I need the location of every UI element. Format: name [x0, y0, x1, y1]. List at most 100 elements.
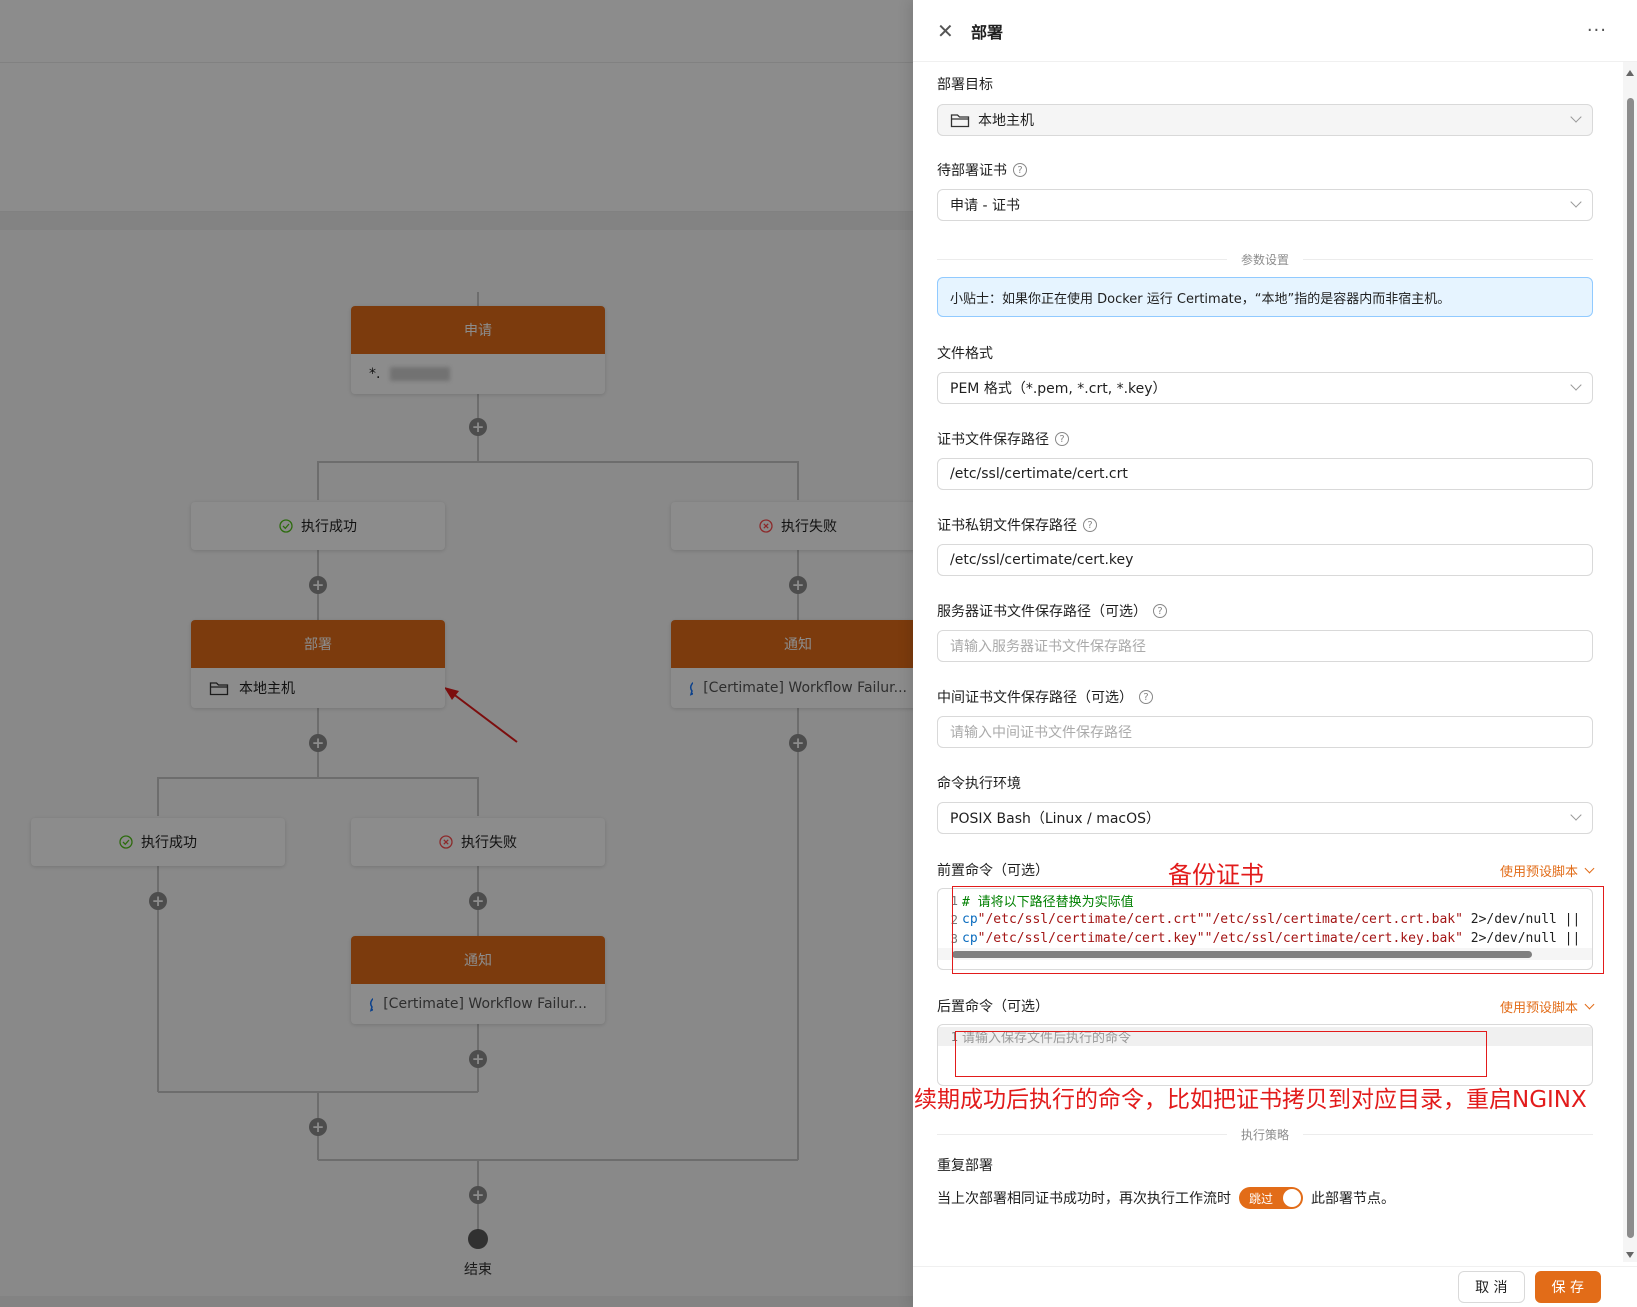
check-circle-icon	[279, 519, 293, 533]
help-icon[interactable]: ?	[1013, 163, 1027, 177]
close-circle-icon	[759, 519, 773, 533]
end-node-dot	[468, 1229, 488, 1249]
folder-icon	[950, 114, 970, 128]
branch-label: 执行成功	[301, 519, 357, 535]
add-node-button[interactable]: +	[309, 734, 327, 752]
policy-divider: 执行策略	[937, 1124, 1593, 1144]
add-node-button[interactable]: +	[789, 734, 807, 752]
deploy-drawer: ✕ 部署 ··· 部署目标 本地主机 待部署证书? 申请 - 证书 参数设置 小…	[913, 0, 1637, 1307]
inter-cert-path-placeholder: 请输入中间证书文件保存路径	[950, 725, 1132, 741]
cert-path-value: /etc/ssl/certimate/cert.crt	[950, 466, 1128, 482]
cert-path-input[interactable]: /etc/ssl/certimate/cert.crt	[937, 458, 1593, 490]
drawer-title: 部署	[971, 22, 1004, 42]
key-path-label-text: 证书私钥文件保存路径	[937, 518, 1077, 534]
chevron-down-icon	[1584, 999, 1595, 1010]
preset-label: 使用预设脚本	[1499, 1001, 1578, 1016]
workflow-canvas: 申请 *. + 执行成功 + 执行失败 + 部署 本地主机 + 通知 [Cert…	[0, 0, 913, 1307]
cert-select[interactable]: 申请 - 证书	[937, 189, 1593, 221]
deploy-node[interactable]: 部署 本地主机	[191, 620, 445, 708]
add-node-button[interactable]: +	[469, 1050, 487, 1068]
chevron-down-icon	[1570, 196, 1582, 208]
target-select[interactable]: 本地主机	[937, 104, 1593, 136]
more-icon[interactable]: ···	[1587, 20, 1607, 41]
post-cmd-preset-dropdown[interactable]: 使用预设脚本	[1499, 997, 1595, 1016]
repeat-text-after: 此部署节点。	[1311, 1191, 1395, 1207]
pre-cmd-label: 前置命令（可选）	[937, 860, 1049, 880]
scrollbar-thumb[interactable]	[1627, 98, 1634, 1238]
save-button[interactable]: 保 存	[1534, 1271, 1601, 1303]
cert-value: 申请 - 证书	[950, 198, 1020, 214]
scroll-down-icon[interactable]	[1626, 1252, 1634, 1258]
server-cert-path-placeholder: 请输入服务器证书文件保存路径	[950, 639, 1146, 655]
repeat-label: 重复部署	[937, 1155, 993, 1175]
branch-success-2[interactable]: 执行成功	[31, 818, 285, 866]
help-icon[interactable]: ?	[1055, 432, 1069, 446]
add-node-button[interactable]: +	[469, 892, 487, 910]
format-select[interactable]: PEM 格式（*.pem, *.crt, *.key）	[937, 372, 1593, 404]
cert-path-label-text: 证书文件保存路径	[937, 432, 1049, 448]
close-circle-icon	[439, 835, 453, 849]
post-cmd-label: 后置命令（可选）	[937, 996, 1049, 1016]
drawer-header: ✕ 部署 ···	[913, 0, 1637, 62]
notify-node-2[interactable]: 通知 [Certimate] Workflow Failur...	[351, 936, 605, 1024]
format-label: 文件格式	[937, 343, 993, 363]
deploy-node-title: 部署	[191, 620, 445, 668]
branch-success-1[interactable]: 执行成功	[191, 502, 445, 550]
deploy-node-value: 本地主机	[239, 681, 295, 697]
chevron-down-icon	[1584, 863, 1595, 874]
shell-select[interactable]: POSIX Bash（Linux / macOS）	[937, 802, 1593, 834]
add-node-button[interactable]: +	[309, 576, 327, 594]
pre-cmd-preset-dropdown[interactable]: 使用预设脚本	[1499, 861, 1595, 880]
toggle-knob	[1283, 1189, 1301, 1207]
toggle-label: 跳过	[1249, 1191, 1274, 1206]
cancel-button[interactable]: 取 消	[1458, 1271, 1525, 1303]
annotation-post-hint: 续期成功后执行的命令，比如把证书拷贝到对应目录，重启NGINX	[914, 1087, 1587, 1113]
server-cert-path-label: 服务器证书文件保存路径（可选）?	[937, 601, 1167, 621]
apply-node-domain-text: *.	[369, 366, 381, 382]
vertical-scrollbar[interactable]	[1623, 62, 1637, 1262]
help-icon[interactable]: ?	[1083, 518, 1097, 532]
branch-fail-1[interactable]: 执行失败	[671, 502, 913, 550]
add-node-button[interactable]: +	[469, 1186, 487, 1204]
server-cert-path-label-text: 服务器证书文件保存路径（可选）	[937, 604, 1147, 620]
tip-text: 小贴士：如果你正在使用 Docker 运行 Certimate，“本地”指的是容…	[950, 291, 1451, 307]
notify-node-body: [Certimate] Workflow Failur...	[671, 668, 913, 708]
skip-toggle[interactable]: 跳过	[1239, 1187, 1303, 1209]
shell-label-text: 命令执行环境	[937, 776, 1021, 792]
add-node-button[interactable]: +	[309, 1118, 327, 1136]
message-icon	[369, 997, 374, 1012]
message-icon	[689, 681, 694, 696]
chevron-down-icon	[1570, 809, 1582, 821]
notify-node-value: [Certimate] Workflow Failur...	[703, 680, 907, 696]
help-icon[interactable]: ?	[1153, 604, 1167, 618]
repeat-policy-row: 当上次部署相同证书成功时，再次执行工作流时 跳过 此部署节点。	[937, 1187, 1395, 1209]
close-icon[interactable]: ✕	[937, 19, 961, 43]
annotation-box-backup	[952, 886, 1604, 974]
server-cert-path-input[interactable]: 请输入服务器证书文件保存路径	[937, 630, 1593, 662]
apply-node-domain: *.	[351, 354, 605, 394]
key-path-value: /etc/ssl/certimate/cert.key	[950, 552, 1134, 568]
preset-label: 使用预设脚本	[1499, 865, 1578, 880]
key-path-label: 证书私钥文件保存路径?	[937, 515, 1097, 535]
notify-node[interactable]: 通知 [Certimate] Workflow Failur...	[671, 620, 913, 708]
help-icon[interactable]: ?	[1139, 690, 1153, 704]
notify-node-title: 通知	[671, 620, 913, 668]
apply-node[interactable]: 申请 *.	[351, 306, 605, 394]
add-node-button[interactable]: +	[149, 892, 167, 910]
add-node-button[interactable]: +	[469, 418, 487, 436]
check-circle-icon	[119, 835, 133, 849]
folder-icon	[209, 682, 229, 696]
params-divider-text: 参数设置	[1241, 252, 1290, 267]
key-path-input[interactable]: /etc/ssl/certimate/cert.key	[937, 544, 1593, 576]
tip-alert: 小贴士：如果你正在使用 Docker 运行 Certimate，“本地”指的是容…	[937, 277, 1593, 317]
target-value: 本地主机	[978, 113, 1034, 129]
target-label: 部署目标	[937, 74, 993, 94]
repeat-label-text: 重复部署	[937, 1158, 993, 1174]
chevron-down-icon	[1570, 111, 1582, 123]
notify-node-body: [Certimate] Workflow Failur...	[351, 984, 605, 1024]
scroll-up-icon[interactable]	[1626, 70, 1634, 76]
redacted-area	[390, 367, 451, 381]
add-node-button[interactable]: +	[789, 576, 807, 594]
branch-fail-2[interactable]: 执行失败	[351, 818, 605, 866]
inter-cert-path-input[interactable]: 请输入中间证书文件保存路径	[937, 716, 1593, 748]
